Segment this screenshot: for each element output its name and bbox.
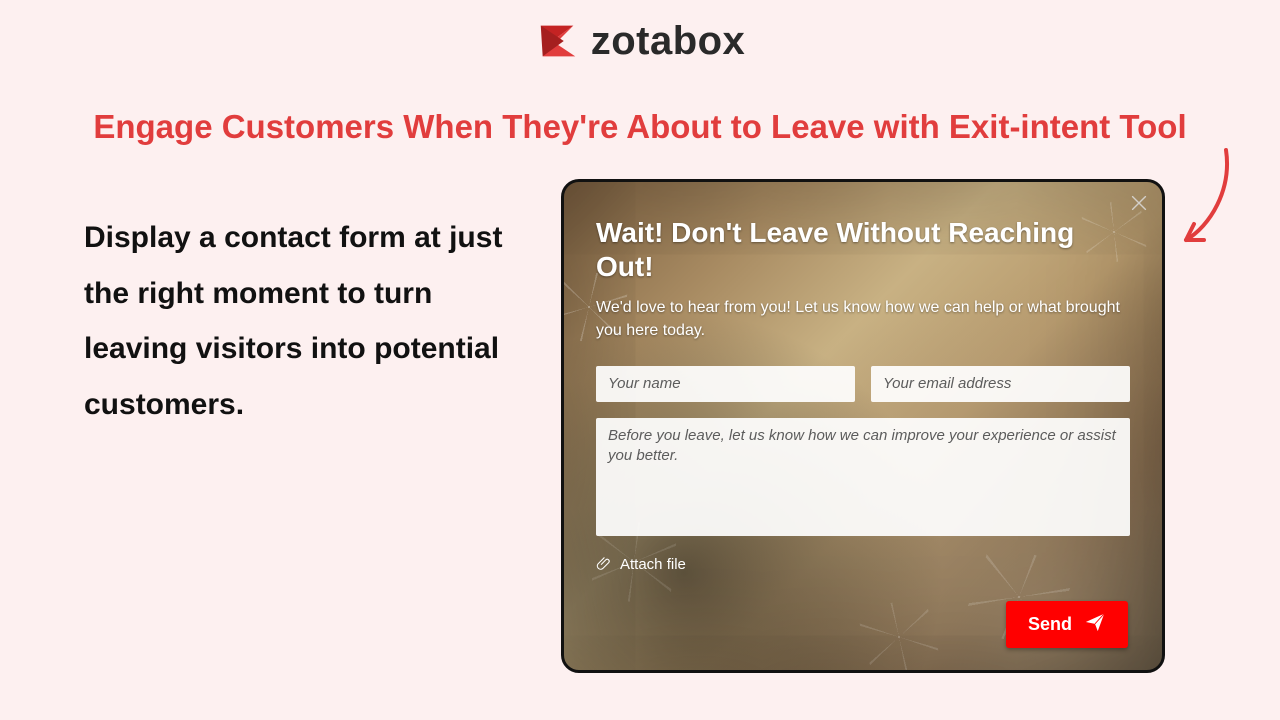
exit-intent-popup: Wait! Don't Leave Without Reaching Out! … [561,179,1165,673]
paper-plane-icon [1084,611,1106,638]
zotabox-logo-icon [535,18,581,64]
popup-title: Wait! Don't Leave Without Reaching Out! [596,216,1130,283]
email-input[interactable] [871,366,1130,402]
marketing-slide: zotabox Engage Customers When They're Ab… [0,0,1280,720]
arrow-annotation-icon [1172,146,1232,256]
popup-content: Wait! Don't Leave Without Reaching Out! … [596,216,1130,575]
send-button[interactable]: Send [1006,601,1128,648]
brand-name: zotabox [591,19,746,64]
form-row [596,366,1130,402]
description-text: Display a contact form at just the right… [84,210,504,432]
send-button-label: Send [1028,614,1072,635]
paperclip-icon [596,555,612,575]
popup-subtitle: We'd love to hear from you! Let us know … [596,297,1130,342]
message-input[interactable] [596,418,1130,536]
attach-file-label: Attach file [620,556,686,573]
brand-logo: zotabox [0,18,1280,64]
attach-file-link[interactable]: Attach file [596,555,1130,575]
decoration-icon [857,595,942,673]
name-input[interactable] [596,366,855,402]
close-icon[interactable] [1128,192,1150,214]
headline: Engage Customers When They're About to L… [0,108,1280,146]
